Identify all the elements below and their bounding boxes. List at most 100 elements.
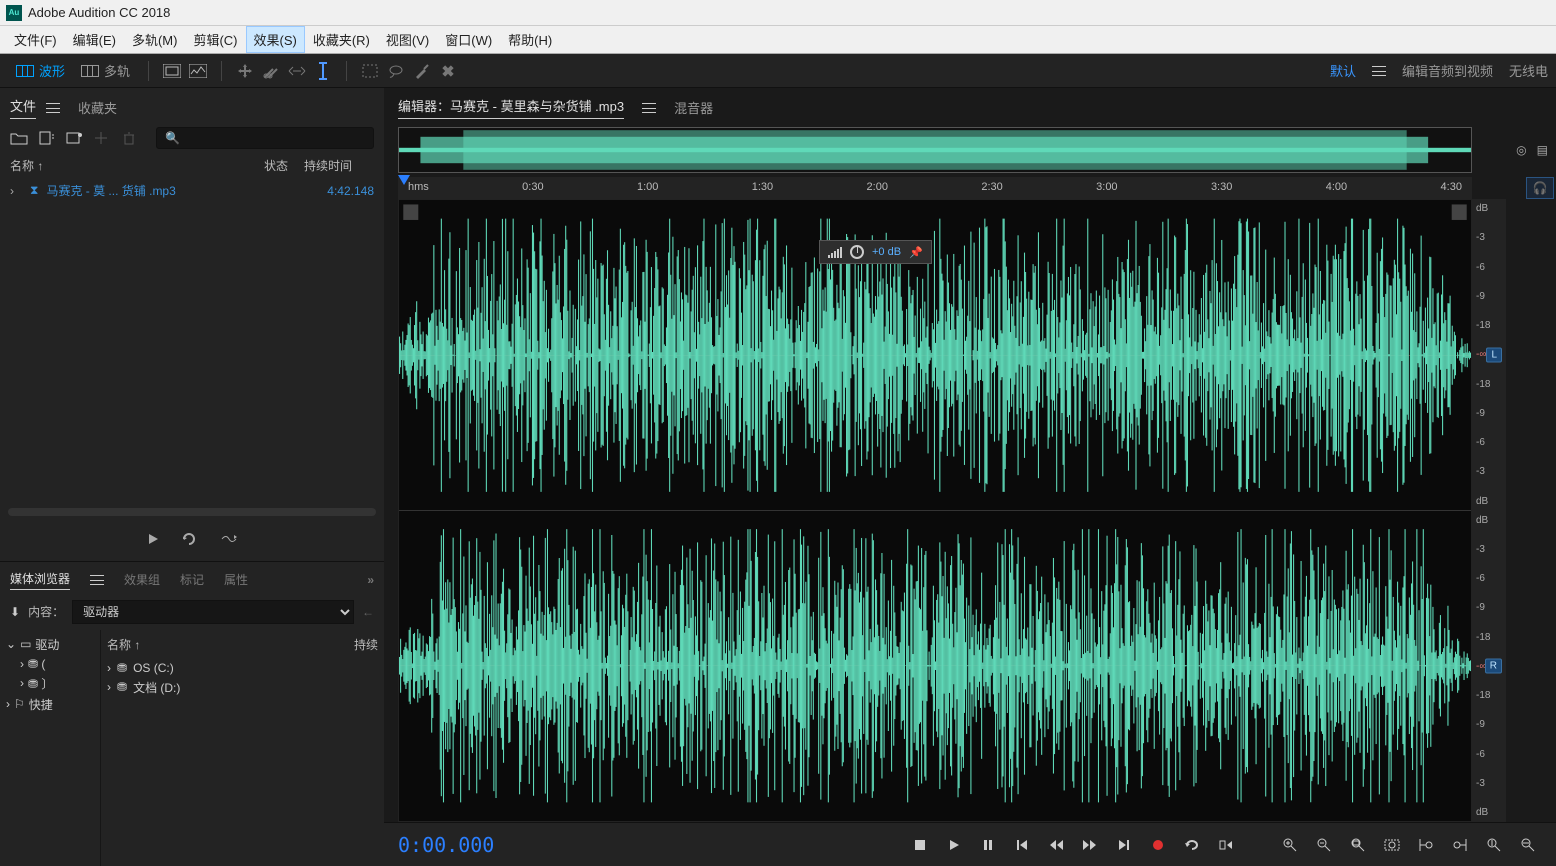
- tab-properties[interactable]: 属性: [224, 571, 248, 588]
- tab-files[interactable]: 文件: [10, 96, 36, 119]
- tab-markers[interactable]: 标记: [180, 571, 204, 588]
- panel-menu-icon[interactable]: [90, 575, 104, 585]
- loop-preview-icon[interactable]: [182, 532, 198, 549]
- gain-dial-icon[interactable]: [850, 245, 864, 259]
- move-tool-icon[interactable]: [235, 61, 255, 81]
- spectral-toggle-icon[interactable]: [188, 61, 208, 81]
- brush-tool-icon[interactable]: [412, 61, 432, 81]
- tree-shortcut[interactable]: › ⚐ 快捷: [6, 694, 94, 715]
- zoom-out-point-button[interactable]: [1446, 831, 1474, 859]
- zoom-in-button[interactable]: [1276, 831, 1304, 859]
- menu-view[interactable]: 视图(V): [378, 26, 437, 53]
- play-preview-icon[interactable]: [146, 532, 160, 549]
- zoom-in-point-button[interactable]: [1412, 831, 1440, 859]
- tree-drive-d[interactable]: › ⛃ 〕: [6, 673, 94, 694]
- new-multitrack-icon[interactable]: [66, 131, 84, 145]
- workspace-menu-icon[interactable]: [1372, 66, 1386, 76]
- stop-button[interactable]: [906, 831, 934, 859]
- search-input[interactable]: 🔍: [156, 127, 374, 149]
- autoplay-icon[interactable]: [220, 532, 238, 549]
- files-col-duration[interactable]: 持续时间: [304, 157, 374, 174]
- tab-media-browser[interactable]: 媒体浏览器: [10, 570, 70, 590]
- drive-row[interactable]: › ⛃ 文档 (D:): [107, 677, 378, 698]
- tab-effects-rack[interactable]: 效果组: [124, 571, 160, 588]
- workspace-wireless[interactable]: 无线电: [1509, 61, 1548, 80]
- panel-menu-icon[interactable]: [642, 103, 656, 113]
- slip-tool-icon[interactable]: [287, 61, 307, 81]
- files-scrollbar[interactable]: [8, 508, 376, 516]
- back-icon[interactable]: ←: [362, 605, 374, 619]
- file-row[interactable]: › ⧗ 马赛克 - 莫 ... 货铺 .mp3 4:42.148: [0, 178, 384, 203]
- zoom-full-button[interactable]: [1344, 831, 1372, 859]
- insert-icon[interactable]: [94, 131, 112, 145]
- menu-help[interactable]: 帮助(H): [500, 26, 560, 53]
- go-end-button[interactable]: [1110, 831, 1138, 859]
- zoom-selection-button[interactable]: [1378, 831, 1406, 859]
- chevron-right-icon: ›: [6, 697, 10, 711]
- files-col-status[interactable]: 状态: [264, 157, 304, 174]
- delete-icon[interactable]: [122, 131, 140, 145]
- menu-favorites[interactable]: 收藏夹(R): [305, 26, 378, 53]
- menu-clip[interactable]: 剪辑(C): [185, 26, 245, 53]
- tab-editor[interactable]: 编辑器：马赛克 - 莫里森与杂货铺 .mp3: [398, 96, 624, 119]
- go-start-button[interactable]: [1008, 831, 1036, 859]
- pin-icon[interactable]: 📌: [909, 246, 923, 259]
- play-button[interactable]: [940, 831, 968, 859]
- time-selection-tool-icon[interactable]: [313, 61, 333, 81]
- forward-button[interactable]: [1076, 831, 1104, 859]
- channel-right-badge[interactable]: R: [1485, 659, 1502, 674]
- zoom-vert-in-button[interactable]: [1480, 831, 1508, 859]
- tab-favorites[interactable]: 收藏夹: [78, 98, 117, 117]
- channel-left-badge[interactable]: L: [1486, 347, 1502, 362]
- lasso-tool-icon[interactable]: [386, 61, 406, 81]
- menu-effects[interactable]: 效果(S): [246, 26, 305, 53]
- files-col-name[interactable]: 名称 ↑: [10, 157, 264, 174]
- record-button[interactable]: [1144, 831, 1172, 859]
- heal-tool-icon[interactable]: [438, 61, 458, 81]
- playhead-icon[interactable]: [398, 175, 410, 185]
- menu-file[interactable]: 文件(F): [6, 26, 65, 53]
- rewind-button[interactable]: [1042, 831, 1070, 859]
- mode-multitrack-button[interactable]: 多轨: [73, 57, 138, 84]
- chevron-right-icon: ›: [20, 657, 24, 671]
- app-title: Adobe Audition CC 2018: [28, 5, 170, 20]
- drive-row[interactable]: › ⛃ OS (C:): [107, 659, 378, 677]
- expand-icon[interactable]: ›: [10, 184, 22, 198]
- more-tabs-icon[interactable]: »: [367, 573, 374, 587]
- hud-toggle-icon[interactable]: [162, 61, 182, 81]
- download-icon[interactable]: ⬇: [10, 605, 20, 619]
- tree-drive-c[interactable]: › ⛃ (: [6, 655, 94, 673]
- pause-button[interactable]: [974, 831, 1002, 859]
- zoom-nav-icon[interactable]: ◎: [1516, 143, 1526, 157]
- tree-drives[interactable]: ⌄ ▭ 驱动: [6, 634, 94, 655]
- zoom-out-button[interactable]: [1310, 831, 1338, 859]
- overview-waveform[interactable]: [398, 127, 1472, 173]
- open-file-icon[interactable]: [10, 131, 28, 145]
- time-tick: 3:00: [1096, 181, 1117, 193]
- audio-file-icon: ⧗: [30, 183, 38, 198]
- new-file-icon[interactable]: [38, 131, 56, 145]
- view-mode-icon[interactable]: ▤: [1537, 143, 1548, 157]
- panel-menu-icon[interactable]: [46, 103, 60, 113]
- workspace-default[interactable]: 默认: [1330, 61, 1356, 80]
- razor-tool-icon[interactable]: [261, 61, 281, 81]
- waveform-display[interactable]: +0 dB 📌: [398, 199, 1472, 822]
- menu-edit[interactable]: 编辑(E): [65, 26, 124, 53]
- timecode-display[interactable]: 0:00.000: [398, 833, 494, 857]
- loop-button[interactable]: [1178, 831, 1206, 859]
- timeline-ruler[interactable]: hms 0:30 1:00 1:30 2:00 2:30 3:00 3:30 4…: [398, 177, 1472, 199]
- time-tick: 4:30: [1441, 181, 1462, 193]
- zoom-vert-out-button[interactable]: [1514, 831, 1542, 859]
- mode-waveform-button[interactable]: 波形: [8, 57, 73, 84]
- headphone-icon[interactable]: 🎧: [1526, 177, 1554, 199]
- skip-selection-button[interactable]: [1212, 831, 1240, 859]
- content-dropdown[interactable]: 驱动器: [72, 600, 354, 624]
- toolbar-separator: [221, 61, 222, 81]
- marquee-tool-icon[interactable]: [360, 61, 380, 81]
- workspace-edit-to-video[interactable]: 编辑音频到视频: [1402, 61, 1493, 80]
- menu-window[interactable]: 窗口(W): [437, 26, 500, 53]
- menu-multitrack[interactable]: 多轨(M): [124, 26, 186, 53]
- left-pane: 文件 收藏夹 🔍 名称 ↑ 状态 持续时间 › ⧗ 马赛克 - 莫 ... 货铺…: [0, 88, 384, 866]
- volume-hud[interactable]: +0 dB 📌: [819, 240, 932, 264]
- tab-mixer[interactable]: 混音器: [674, 98, 713, 117]
